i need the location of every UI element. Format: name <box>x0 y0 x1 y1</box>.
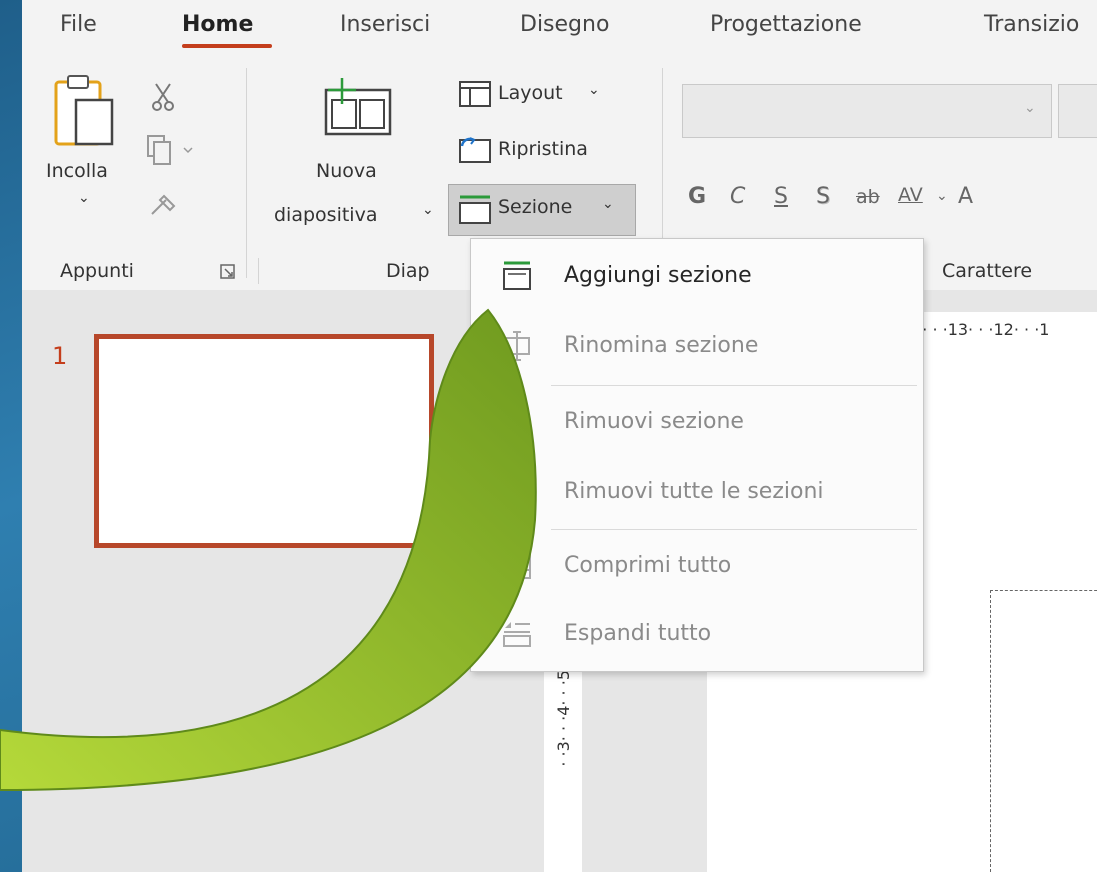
tab-transitions[interactable]: Transizio <box>984 12 1079 37</box>
font-size-combo[interactable] <box>1058 84 1097 138</box>
group-label-clipboard: Appunti <box>60 260 134 282</box>
menu-item-label: Rimuovi sezione <box>564 409 744 434</box>
new-slide-label-2[interactable]: diapositiva <box>274 204 377 226</box>
menu-item-label: Aggiungi sezione <box>564 263 752 288</box>
font-name-chevron-icon[interactable]: ⌄ <box>1024 100 1036 116</box>
remove-all-sections-icon <box>503 479 532 507</box>
shadow-button[interactable]: S <box>816 184 830 209</box>
ribbon-tabs: File Home Inserisci Disegno Progettazion… <box>22 0 1097 52</box>
tab-draw[interactable]: Disegno <box>520 12 609 37</box>
clipboard-icon[interactable] <box>52 72 128 152</box>
slide-thumbnail[interactable] <box>94 334 434 548</box>
section-button-label[interactable]: Sezione <box>498 196 572 218</box>
section-chevron-icon[interactable]: ⌄ <box>602 196 614 212</box>
scissors-icon[interactable] <box>150 82 176 112</box>
add-section-icon <box>503 261 531 290</box>
rename-section-icon <box>504 331 530 361</box>
menu-item-collapse-all[interactable]: Comprimi tutto <box>471 533 923 603</box>
tab-design[interactable]: Progettazione <box>710 12 862 37</box>
italic-button[interactable]: C <box>730 184 745 209</box>
character-spacing-button[interactable]: AV <box>898 184 923 206</box>
dialog-launcher-icon[interactable] <box>220 264 236 280</box>
section-dropdown-menu: Aggiungi sezione Rinomina sezione Rimuov… <box>470 238 924 672</box>
paste-button-label[interactable]: Incolla <box>46 160 108 182</box>
active-tab-indicator <box>182 44 272 48</box>
underline-button[interactable]: S <box>774 184 788 209</box>
remove-section-icon <box>503 411 532 437</box>
reset-button[interactable]: Ripristina <box>498 138 588 160</box>
menu-item-label: Comprimi tutto <box>564 553 732 578</box>
tab-insert[interactable]: Inserisci <box>340 12 430 37</box>
format-painter-icon[interactable] <box>146 190 182 220</box>
strikethrough-button[interactable]: ab <box>856 186 880 208</box>
menu-item-label: Rinomina sezione <box>564 333 759 358</box>
ruler-ticks: 4 · · ·13· · ·12· · ·1 <box>907 320 1050 339</box>
menu-item-label: Espandi tutto <box>564 621 712 646</box>
menu-item-remove-section[interactable]: Rimuovi sezione <box>471 389 923 459</box>
new-slide-label[interactable]: Nuova <box>316 160 377 182</box>
ribbon-separator <box>258 258 259 284</box>
layout-icon[interactable] <box>458 80 492 108</box>
bold-button[interactable]: G <box>688 184 706 209</box>
layout-button[interactable]: Layout <box>498 82 563 104</box>
tab-home[interactable]: Home <box>182 12 253 37</box>
menu-item-add-section[interactable]: Aggiungi sezione <box>471 243 923 313</box>
character-spacing-chevron-icon[interactable]: ⌄ <box>936 188 948 204</box>
font-color-button[interactable]: A <box>958 184 973 209</box>
group-label-slides: Diap <box>386 260 430 282</box>
paste-dropdown-chevron-icon[interactable]: ⌄ <box>78 190 90 206</box>
powerpoint-window: File Home Inserisci Disegno Progettazion… <box>22 0 1097 872</box>
menu-separator <box>551 529 917 530</box>
text-placeholder[interactable] <box>990 590 1097 872</box>
reset-icon[interactable] <box>458 136 492 164</box>
tab-file[interactable]: File <box>60 12 97 37</box>
copy-icon[interactable] <box>146 134 202 168</box>
layout-chevron-icon[interactable]: ⌄ <box>588 82 600 98</box>
section-icon[interactable] <box>458 194 492 226</box>
font-name-combo[interactable] <box>682 84 1052 138</box>
vertical-ruler: · ·3· · ·4· · ·5 <box>544 650 582 872</box>
slide-number: 1 <box>52 342 68 370</box>
menu-item-remove-all-sections[interactable]: Rimuovi tutte le sezioni <box>471 459 923 529</box>
menu-item-label: Rimuovi tutte le sezioni <box>564 479 824 504</box>
new-slide-chevron-icon[interactable]: ⌄ <box>422 202 434 218</box>
collapse-all-icon <box>503 553 531 579</box>
menu-item-expand-all[interactable]: Espandi tutto <box>471 601 923 671</box>
ruler-ticks: · ·3· · ·4· · ·5 <box>554 670 573 767</box>
ribbon-separator <box>246 68 247 278</box>
menu-separator <box>551 385 917 386</box>
new-slide-icon[interactable] <box>318 76 408 138</box>
group-label-font: Carattere <box>942 260 1033 282</box>
expand-all-icon <box>503 622 531 647</box>
menu-item-rename-section[interactable]: Rinomina sezione <box>471 313 923 383</box>
